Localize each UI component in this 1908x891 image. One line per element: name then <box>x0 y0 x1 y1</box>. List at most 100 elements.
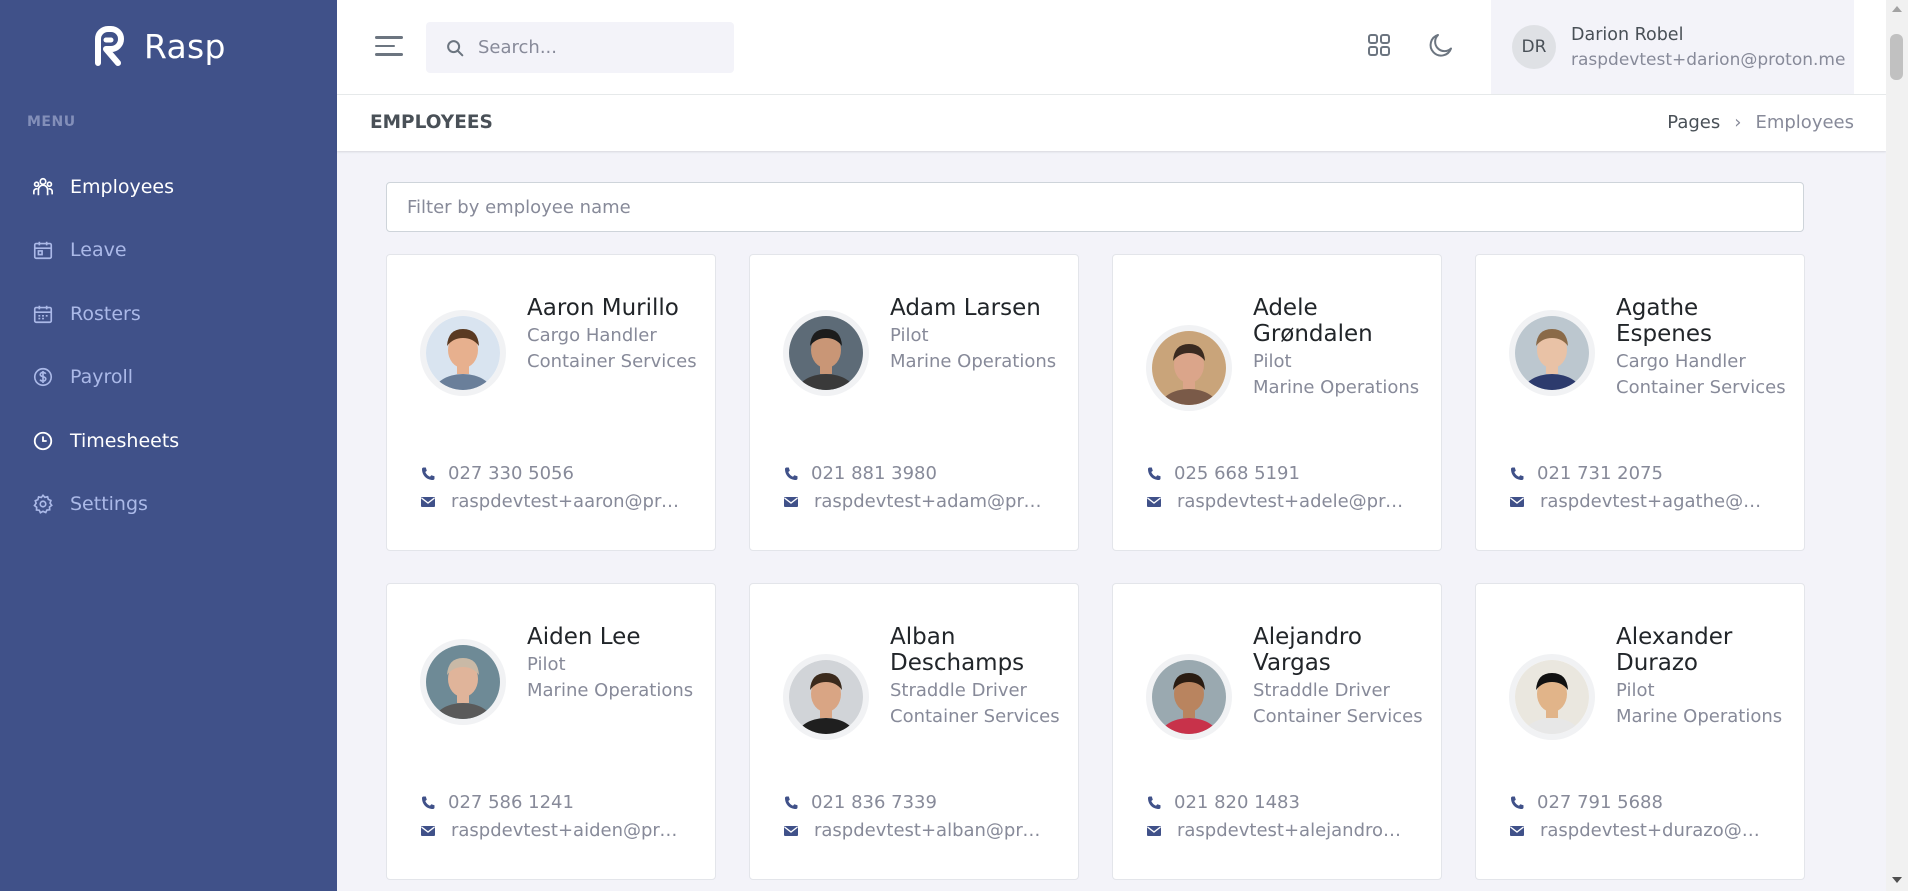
employee-phone: 027 330 5056 <box>448 463 574 484</box>
avatar: DR <box>1512 25 1556 69</box>
employee-card[interactable]: Alban Deschamps Straddle Driver Container … <box>749 583 1079 880</box>
employee-phone-row: 021 881 3980 <box>783 463 937 484</box>
employee-phone: 027 586 1241 <box>448 792 574 813</box>
employee-role: Cargo Handler <box>527 325 657 346</box>
employee-filter[interactable] <box>386 182 1804 232</box>
email-icon <box>1510 496 1524 507</box>
employee-filter-input[interactable] <box>407 196 1787 218</box>
employee-phone: 021 836 7339 <box>811 792 937 813</box>
breadcrumb-separator: › <box>1734 112 1742 133</box>
employee-email[interactable]: raspdevtest+aiden@pro... <box>451 820 681 841</box>
employee-email[interactable]: raspdevtest+alejandro@... <box>1177 820 1407 841</box>
employee-phone-row: 027 586 1241 <box>420 792 574 813</box>
user-profile-menu[interactable]: DR Darion Robel raspdevtest+darion@proto… <box>1491 0 1854 94</box>
employee-email[interactable]: raspdevtest+alban@pro... <box>814 820 1044 841</box>
page-scrollbar[interactable] <box>1886 0 1908 891</box>
phone-icon <box>1148 467 1161 480</box>
employee-role: Straddle Driver <box>1253 680 1390 701</box>
app-logo[interactable]: Rasp <box>92 26 226 66</box>
employee-role: Cargo Handler <box>1616 351 1746 372</box>
dollar-circle-icon <box>32 366 54 388</box>
sidebar-item-leave[interactable]: Leave <box>0 219 337 283</box>
email-icon <box>784 825 798 836</box>
employee-email-row: raspdevtest+aaron@pro... <box>420 491 681 512</box>
employee-card[interactable]: Aaron Murillo Cargo Handler Container Serv… <box>386 254 716 551</box>
employee-phone-row: 021 731 2075 <box>1509 463 1663 484</box>
employee-phone-row: 025 668 5191 <box>1146 463 1300 484</box>
employee-role: Pilot <box>890 325 929 346</box>
phone-icon <box>1148 796 1161 809</box>
employee-card[interactable]: Alexander Durazo Pilot Marine Operations 02… <box>1475 583 1805 880</box>
employee-department: Marine Operations <box>1616 706 1783 727</box>
search-input[interactable] <box>478 37 718 58</box>
sidebar-item-employees[interactable]: Employees <box>0 155 337 219</box>
employee-email-row: raspdevtest+adele@pro... <box>1146 491 1407 512</box>
user-name: Darion Robel <box>1571 24 1684 45</box>
search-box[interactable] <box>426 22 734 73</box>
employee-email-row: raspdevtest+adam@pro... <box>783 491 1044 512</box>
employee-photo <box>1146 325 1232 411</box>
scroll-down-arrow-icon[interactable] <box>1892 877 1902 883</box>
sidebar-item-label: Employees <box>70 175 174 198</box>
user-email: raspdevtest+darion@proton.me <box>1571 49 1846 70</box>
employee-info: Alejandro Vargas Straddle Driver Container… <box>1253 624 1433 730</box>
employee-info: Aaron Murillo Cargo Handler Container Serv… <box>527 295 707 375</box>
employee-card[interactable]: Aiden Lee Pilot Marine Operations 027 586 1… <box>386 583 716 880</box>
phone-icon <box>785 796 798 809</box>
employee-photo <box>1509 654 1595 740</box>
sidebar: Rasp MENU Employees Leave Rosters Payrol… <box>0 0 337 891</box>
sidebar-item-label: Rosters <box>70 302 141 325</box>
topbar: DR Darion Robel raspdevtest+darion@proto… <box>337 0 1886 95</box>
email-icon <box>1147 825 1161 836</box>
employee-email-row: raspdevtest+agathe@pr... <box>1509 491 1770 512</box>
employee-card[interactable]: Agathe Espenes Cargo Handler Container Ser… <box>1475 254 1805 551</box>
employee-phone-row: 021 820 1483 <box>1146 792 1300 813</box>
menu-toggle-icon[interactable] <box>375 36 403 58</box>
scrollbar-thumb[interactable] <box>1890 34 1903 80</box>
employee-department: Marine Operations <box>1253 377 1420 398</box>
employee-photo <box>1509 310 1595 396</box>
sidebar-item-settings[interactable]: Settings <box>0 473 337 537</box>
employee-photo <box>420 310 506 396</box>
clock-icon <box>32 430 54 452</box>
employee-role: Pilot <box>1253 351 1292 372</box>
sidebar-item-label: Settings <box>70 493 148 516</box>
employee-photo <box>783 310 869 396</box>
email-icon <box>784 496 798 507</box>
employee-email[interactable]: raspdevtest+adele@pro... <box>1177 491 1407 512</box>
employee-info: Adele Grøndalen Pilot Marine Operations <box>1253 295 1433 401</box>
apps-grid-icon[interactable] <box>1364 30 1394 60</box>
menu-title: MENU <box>27 114 76 130</box>
employee-info: Alexander Durazo Pilot Marine Operations <box>1616 624 1796 730</box>
employee-email-row: raspdevtest+alban@pro... <box>783 820 1044 841</box>
employee-email[interactable]: raspdevtest+aaron@pro... <box>451 491 681 512</box>
employee-name: Alejandro Vargas <box>1253 624 1362 676</box>
employee-card[interactable]: Adam Larsen Pilot Marine Operations 021 881… <box>749 254 1079 551</box>
employee-info: Agathe Espenes Cargo Handler Container Ser… <box>1616 295 1796 401</box>
sidebar-item-payroll[interactable]: Payroll <box>0 346 337 410</box>
phone-icon <box>1511 467 1524 480</box>
sidebar-item-timesheets[interactable]: Timesheets <box>0 409 337 473</box>
employee-email[interactable]: raspdevtest+adam@pro... <box>814 491 1044 512</box>
scroll-up-arrow-icon[interactable] <box>1892 6 1902 12</box>
employee-card[interactable]: Alejandro Vargas Straddle Driver Container… <box>1112 583 1442 880</box>
employee-card[interactable]: Adele Grøndalen Pilot Marine Operations 025… <box>1112 254 1442 551</box>
employee-phone: 021 881 3980 <box>811 463 937 484</box>
sidebar-item-rosters[interactable]: Rosters <box>0 282 337 346</box>
dark-mode-moon-icon[interactable] <box>1426 30 1456 60</box>
employee-role: Pilot <box>527 654 566 675</box>
employee-phone-row: 027 330 5056 <box>420 463 574 484</box>
employee-email[interactable]: raspdevtest+agathe@pr... <box>1540 491 1770 512</box>
email-icon <box>421 825 435 836</box>
search-icon <box>447 39 464 56</box>
employee-email[interactable]: raspdevtest+durazo@pr... <box>1540 820 1770 841</box>
employee-info: Aiden Lee Pilot Marine Operations <box>527 624 707 704</box>
employee-phone: 025 668 5191 <box>1174 463 1300 484</box>
employee-email-row: raspdevtest+durazo@pr... <box>1509 820 1770 841</box>
breadcrumb-pages-link[interactable]: Pages <box>1667 112 1720 133</box>
employee-email-row: raspdevtest+aiden@pro... <box>420 820 681 841</box>
page-title-bar: EMPLOYEES Pages › Employees <box>337 95 1886 151</box>
phone-icon <box>1511 796 1524 809</box>
employee-name: Aiden Lee <box>527 624 641 650</box>
employee-department: Marine Operations <box>527 680 694 701</box>
